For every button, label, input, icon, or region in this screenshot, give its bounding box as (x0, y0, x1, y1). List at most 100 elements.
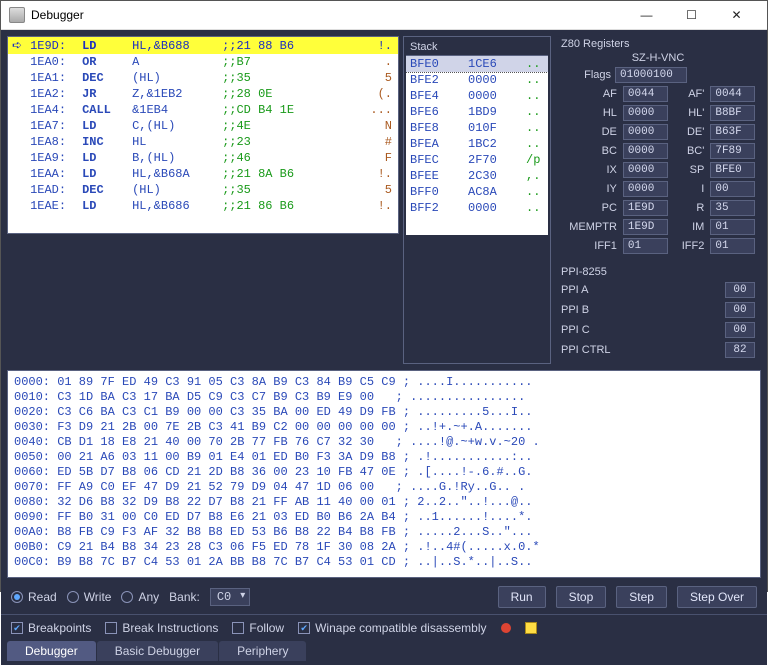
stack-header: Stack (406, 39, 548, 55)
flag-legend: SZ-H-VNC (561, 52, 755, 64)
stack-row[interactable]: BFE61BD9.. (406, 104, 548, 120)
reg-value[interactable]: 1E9D (623, 219, 668, 235)
stack-row[interactable]: BFE40000.. (406, 88, 548, 104)
stepover-button[interactable]: Step Over (677, 586, 757, 608)
titlebar[interactable]: Debugger — ☐ ✕ (1, 1, 767, 30)
reg-value[interactable]: 0000 (623, 143, 668, 159)
stack-row[interactable]: BFF0AC8A.. (406, 184, 548, 200)
reg-value[interactable]: 0000 (623, 124, 668, 140)
winape-check[interactable]: Winape compatible disassembly (298, 621, 486, 635)
disasm-row[interactable]: 1EAD:DEC(HL);;355 (8, 182, 398, 198)
any-radio[interactable]: Any (121, 590, 159, 604)
disasm-row[interactable]: 1EA0:ORA;;B7. (8, 54, 398, 70)
reg-label: PC (561, 202, 617, 214)
tab-debugger[interactable]: Debugger (7, 641, 96, 661)
content-area: ➪1E9D:LDHL,&B688;;21 88 B6!.1EA0:ORA;;B7… (1, 30, 767, 665)
reg-value[interactable]: 0044 (623, 86, 668, 102)
ppi-label: PPI A (561, 284, 589, 296)
maximize-button[interactable]: ☐ (669, 1, 714, 29)
regs-title: Z80 Registers (561, 38, 755, 50)
reg-label: AF (561, 88, 617, 100)
stack-row[interactable]: BFEE2C30,. (406, 168, 548, 184)
reg-label: AF' (674, 88, 705, 100)
reg-label: HL (561, 107, 617, 119)
close-button[interactable]: ✕ (714, 1, 759, 29)
disassembly-panel[interactable]: ➪1E9D:LDHL,&B688;;21 88 B6!.1EA0:ORA;;B7… (7, 36, 399, 234)
stack-row[interactable]: BFEC2F70/p (406, 152, 548, 168)
stack-row[interactable]: BFE20000.. (406, 72, 548, 88)
disasm-row[interactable]: 1EA8:INCHL;;23# (8, 134, 398, 150)
reg-value[interactable]: 01 (710, 238, 755, 254)
disasm-row[interactable]: 1EA1:DEC(HL);;355 (8, 70, 398, 86)
stop-button[interactable]: Stop (556, 586, 607, 608)
reg-value[interactable]: 0000 (623, 105, 668, 121)
reg-label: R (674, 202, 705, 214)
disasm-row[interactable]: ➪1E9D:LDHL,&B688;;21 88 B6!. (8, 37, 398, 54)
reg-label: BC' (674, 145, 705, 157)
ppi-value[interactable]: 00 (725, 302, 755, 318)
disasm-row[interactable]: 1EAA:LDHL,&B68A;;21 8A B6!. (8, 166, 398, 182)
memory-hex-view[interactable]: 0000: 01 89 7F ED 49 C3 91 05 C3 8A B9 C… (7, 370, 761, 578)
disasm-row[interactable]: 1EAE:LDHL,&B686;;21 86 B6!. (8, 198, 398, 214)
ppi-value[interactable]: 00 (725, 282, 755, 298)
reg-label: IX (561, 164, 617, 176)
ppi-value[interactable]: 00 (725, 322, 755, 338)
flags-value[interactable]: 01000100 (615, 67, 687, 83)
highlight-icon[interactable] (525, 622, 537, 634)
reg-value[interactable]: B63F (710, 124, 755, 140)
reg-label: IM (674, 221, 705, 233)
reg-value[interactable]: 01 (710, 219, 755, 235)
breakpoints-check[interactable]: Breakpoints (11, 621, 91, 635)
reg-label: MEMPTR (561, 221, 617, 233)
minimize-button[interactable]: — (624, 1, 669, 29)
reg-value[interactable]: 00 (710, 181, 755, 197)
bank-combo[interactable]: C0 (210, 588, 250, 606)
app-icon (9, 7, 25, 23)
ppi-value[interactable]: 82 (725, 342, 755, 358)
ppi-label: PPI B (561, 304, 589, 316)
reg-label: DE (561, 126, 617, 138)
window-title: Debugger (31, 8, 624, 22)
disasm-row[interactable]: 1EA4:CALL&1EB4;;CD B4 1E... (8, 102, 398, 118)
breakinstr-check[interactable]: Break Instructions (105, 621, 218, 635)
reg-label: I (674, 183, 705, 195)
tab-basic[interactable]: Basic Debugger (97, 641, 218, 661)
ppi-title: PPI-8255 (561, 266, 755, 278)
reg-value[interactable]: B8BF (710, 105, 755, 121)
reg-label: IY (561, 183, 617, 195)
bank-label: Bank: (169, 590, 200, 604)
stack-row[interactable]: BFF20000.. (406, 200, 548, 216)
record-icon[interactable] (501, 623, 511, 633)
reg-value[interactable]: BFE0 (710, 162, 755, 178)
read-radio[interactable]: Read (11, 590, 57, 604)
reg-value[interactable]: 0044 (710, 86, 755, 102)
stack-row[interactable]: BFE01CE6.. (406, 56, 548, 72)
reg-value[interactable]: 01 (623, 238, 668, 254)
step-button[interactable]: Step (616, 586, 667, 608)
reg-label: SP (674, 164, 705, 176)
disasm-row[interactable]: 1EA2:JRZ,&1EB2;;28 0E(. (8, 86, 398, 102)
reg-value[interactable]: 7F89 (710, 143, 755, 159)
reg-label: IFF2 (674, 240, 705, 252)
reg-label: HL' (674, 107, 705, 119)
reg-value[interactable]: 0000 (623, 181, 668, 197)
write-radio[interactable]: Write (67, 590, 112, 604)
reg-label: BC (561, 145, 617, 157)
run-button[interactable]: Run (498, 586, 546, 608)
follow-check[interactable]: Follow (232, 621, 284, 635)
stack-row[interactable]: BFE8010F.. (406, 120, 548, 136)
stack-row[interactable]: BFEA1BC2.. (406, 136, 548, 152)
options-row: Breakpoints Break Instructions Follow Wi… (1, 614, 767, 641)
registers-panel: Z80 Registers SZ-H-VNC Flags 01000100 AF… (555, 36, 761, 364)
disasm-row[interactable]: 1EA7:LDC,(HL);;4EN (8, 118, 398, 134)
tab-periphery[interactable]: Periphery (219, 641, 306, 661)
reg-value[interactable]: 1E9D (623, 200, 668, 216)
reg-value[interactable]: 0000 (623, 162, 668, 178)
debugger-window: Debugger — ☐ ✕ ➪1E9D:LDHL,&B688;;21 88 B… (0, 0, 768, 592)
reg-value[interactable]: 35 (710, 200, 755, 216)
stack-panel[interactable]: Stack BFE01CE6..BFE20000..BFE40000..BFE6… (403, 36, 551, 364)
ppi-label: PPI CTRL (561, 344, 611, 356)
disasm-row[interactable]: 1EA9:LDB,(HL);;46F (8, 150, 398, 166)
ppi-label: PPI C (561, 324, 590, 336)
flags-label: Flags (561, 69, 611, 81)
